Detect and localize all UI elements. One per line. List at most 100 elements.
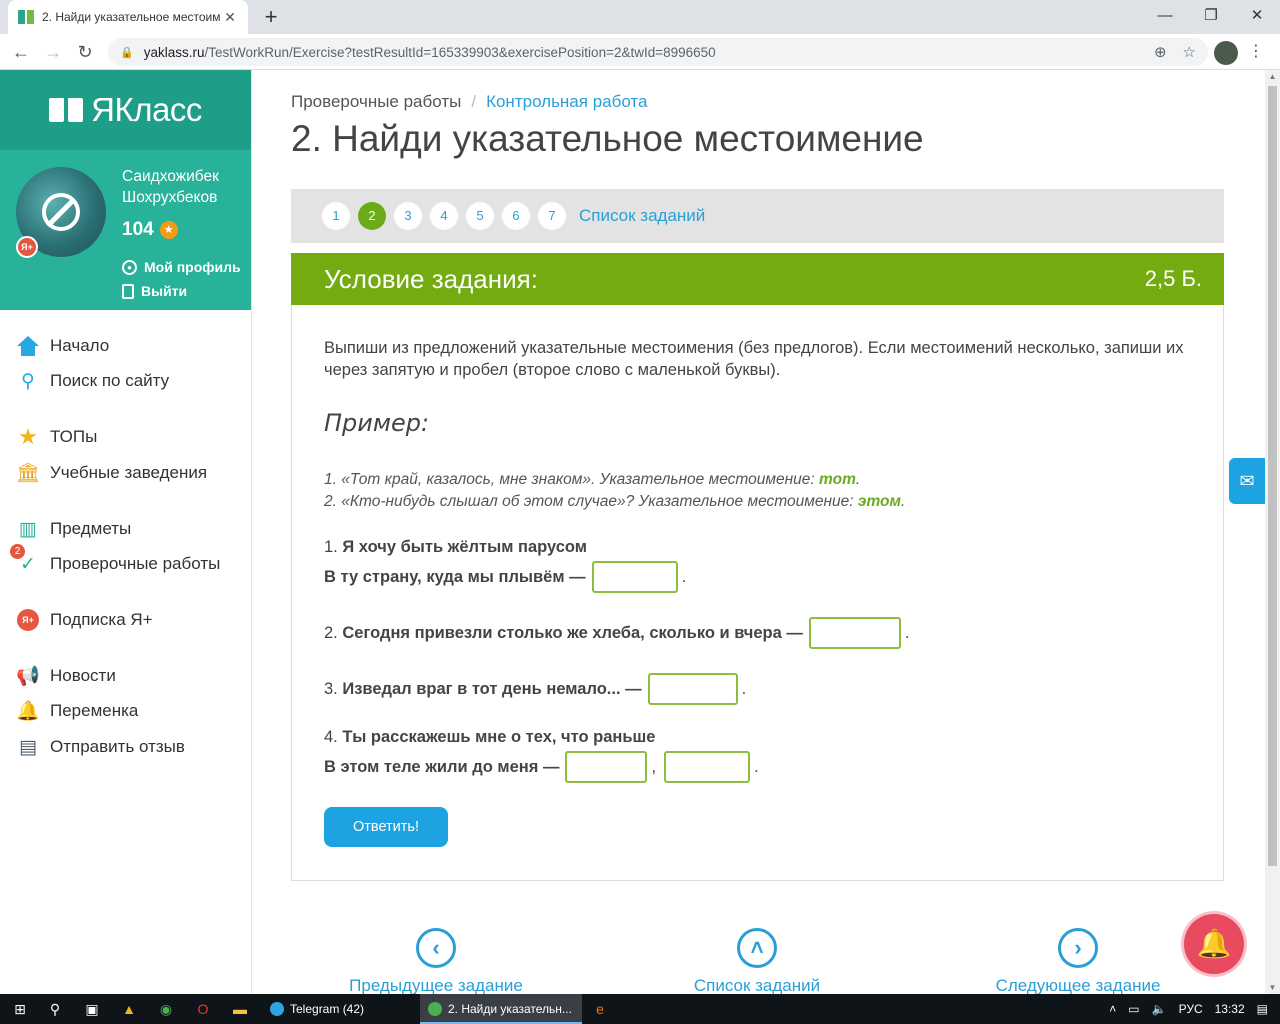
next-task-label: Следующее задание xyxy=(995,976,1161,994)
taskbar-chrome-window[interactable]: 2. Найди указательн... xyxy=(420,994,582,1024)
task-list-link[interactable]: Список заданий xyxy=(579,206,705,226)
task-header: Условие задания: 2,5 Б. xyxy=(291,253,1224,305)
question-1-line-1: 1. Я хочу быть жёлтым парусом xyxy=(324,538,587,557)
chevron-up-icon: ˄ xyxy=(737,928,777,968)
sidebar-item-break[interactable]: 🔔 Переменка xyxy=(0,696,252,726)
logout-link[interactable]: Выйти xyxy=(122,283,187,299)
taskview-icon[interactable]: ▣ xyxy=(82,999,102,1019)
opera-icon[interactable]: O xyxy=(193,999,213,1019)
profile-avatar[interactable] xyxy=(1214,41,1238,65)
sidebar-item-home[interactable]: Начало xyxy=(0,331,252,361)
chevron-right-icon: › xyxy=(1058,928,1098,968)
taskbar-telegram[interactable]: Telegram (42) xyxy=(262,994,418,1024)
page-scrollbar[interactable]: ▲ ▼ xyxy=(1265,70,1280,994)
example-line-1: 1. «Тот край, казалось, мне знаком». Ука… xyxy=(324,471,861,488)
close-window-icon[interactable]: ✕ xyxy=(1234,0,1280,34)
yaklass-favicon-icon xyxy=(18,10,34,24)
sidebar-item-label: Поиск по сайту xyxy=(50,371,170,390)
step-3[interactable]: 3 xyxy=(394,202,422,230)
logo[interactable]: ЯКласс xyxy=(0,70,251,150)
language-indicator[interactable]: РУС xyxy=(1179,1002,1203,1016)
question-4-text-2: В этом теле жили до меня — xyxy=(324,757,560,776)
sidebar-item-label: Переменка xyxy=(50,701,139,720)
sidebar-item-label: Новости xyxy=(50,666,116,685)
new-tab-button[interactable]: + xyxy=(258,4,284,30)
prev-task-link[interactable]: ‹ Предыдущее задание xyxy=(336,928,536,994)
notification-bell-icon[interactable]: 🔔 xyxy=(1184,914,1244,974)
task-points: 2,5 Б. xyxy=(1144,266,1202,291)
answer-input-1[interactable] xyxy=(591,561,678,593)
sidebar-item-tops[interactable]: ★ ТОПы xyxy=(0,422,252,452)
address-bar[interactable]: 🔒 yaklass.ru /TestWorkRun/Exercise?testR… xyxy=(108,38,1208,66)
folder-icon[interactable]: ▬ xyxy=(230,999,250,1019)
example-1-text: 1. «Тот край, казалось, мне знаком». Ука… xyxy=(324,471,820,488)
user-name[interactable]: Саидхожибек Шохрухбеков xyxy=(122,166,219,208)
answer-input-2[interactable] xyxy=(808,617,901,649)
restore-icon[interactable]: ❐ xyxy=(1188,0,1234,34)
sidebar: ЯКласс Я+ Саидхожибек Шохрухбеков 104 ★ … xyxy=(0,70,252,994)
reload-icon[interactable]: ↻ xyxy=(72,39,98,65)
logout-icon xyxy=(122,283,134,299)
scroll-down-icon[interactable]: ▼ xyxy=(1265,983,1280,992)
windows-start-icon[interactable]: ⊞ xyxy=(10,999,30,1019)
sidebar-item-subjects[interactable]: ▥ Предметы xyxy=(0,514,252,544)
window-controls: — ❐ ✕ xyxy=(1142,0,1280,34)
sidebar-item-subscription[interactable]: Я+ Подписка Я+ xyxy=(0,605,252,635)
my-profile-link[interactable]: ● Мой профиль xyxy=(122,259,241,275)
breadcrumb-current[interactable]: Контрольная работа xyxy=(486,92,647,111)
step-7[interactable]: 7 xyxy=(538,202,566,230)
answer-input-4b[interactable] xyxy=(664,751,751,783)
sidebar-item-search[interactable]: ⚲ Поиск по сайту xyxy=(0,366,252,396)
submit-button[interactable]: Ответить! xyxy=(324,807,448,847)
logo-text: ЯКласс xyxy=(91,91,202,128)
system-tray: ˄ ▭ 🔈 РУС 13:32 ▤ xyxy=(1109,994,1280,1024)
bell-icon: 🔔 xyxy=(16,701,40,722)
url-domain: yaklass.ru xyxy=(143,44,205,60)
next-task-link[interactable]: › Следующее задание xyxy=(978,928,1178,994)
question-1-line-2: В ту страну, куда мы плывём — . xyxy=(324,561,686,593)
notifications-icon[interactable]: ▤ xyxy=(1257,1002,1268,1016)
sidebar-item-institutions[interactable]: 🏛 Учебные заведения xyxy=(0,458,252,488)
tray-chevron-up-icon[interactable]: ˄ xyxy=(1109,1002,1116,1016)
close-tab-icon[interactable]: ✕ xyxy=(222,9,238,26)
sidebar-item-label: ТОПы xyxy=(50,427,98,446)
megaphone-icon: 📢 xyxy=(16,666,40,687)
search-icon: ⚲ xyxy=(21,370,35,392)
network-icon[interactable]: ▭ xyxy=(1128,1002,1139,1016)
task-list-bottom-link[interactable]: ˄ Список заданий xyxy=(657,928,857,994)
search-icon[interactable]: ⚲ xyxy=(45,999,65,1019)
answer-input-4a[interactable] xyxy=(565,751,648,783)
answer-input-3[interactable] xyxy=(647,673,738,705)
chrome-icon xyxy=(428,1002,442,1016)
breadcrumb-root[interactable]: Проверочные работы xyxy=(291,92,461,111)
step-6[interactable]: 6 xyxy=(502,202,530,230)
minimize-icon[interactable]: — xyxy=(1142,0,1188,34)
step-1[interactable]: 1 xyxy=(322,202,350,230)
browser-icon[interactable]: e xyxy=(590,999,610,1019)
sidebar-item-feedback[interactable]: ▤ Отправить отзыв xyxy=(0,732,252,762)
step-2[interactable]: 2 xyxy=(358,202,386,230)
yaplus-icon: Я+ xyxy=(16,608,40,632)
step-4[interactable]: 4 xyxy=(430,202,458,230)
app-icon[interactable]: ▲ xyxy=(119,999,139,1019)
browser-tab[interactable]: 2. Найди указательное местоим ✕ xyxy=(8,0,248,34)
example-line-2: 2. «Кто-нибудь слышал об этом случае»? У… xyxy=(324,493,906,510)
clock[interactable]: 13:32 xyxy=(1215,1002,1245,1016)
mail-icon[interactable]: ✉ xyxy=(1229,458,1265,504)
question-2-number: 2. xyxy=(324,623,338,642)
user-points: 104 ★ xyxy=(122,219,178,241)
back-icon[interactable]: ← xyxy=(8,39,34,65)
page-title: 2. Найди указательное местоимение xyxy=(291,118,924,159)
bookmark-star-icon[interactable]: ☆ xyxy=(1183,43,1196,61)
browser-menu-icon[interactable]: ⋮ xyxy=(1248,40,1264,64)
scrollbar-thumb[interactable] xyxy=(1268,86,1277,866)
sidebar-item-tests[interactable]: ✓ 2 Проверочные работы xyxy=(0,544,252,579)
volume-icon[interactable]: 🔈 xyxy=(1152,1002,1167,1016)
telegram-icon xyxy=(270,1002,284,1016)
forward-icon[interactable]: → xyxy=(40,39,66,65)
add-icon[interactable]: ⊕ xyxy=(1154,43,1167,61)
step-5[interactable]: 5 xyxy=(466,202,494,230)
scroll-up-icon[interactable]: ▲ xyxy=(1265,72,1280,81)
sidebar-item-news[interactable]: 📢 Новости xyxy=(0,661,252,691)
chrome-icon[interactable]: ◉ xyxy=(156,999,176,1019)
